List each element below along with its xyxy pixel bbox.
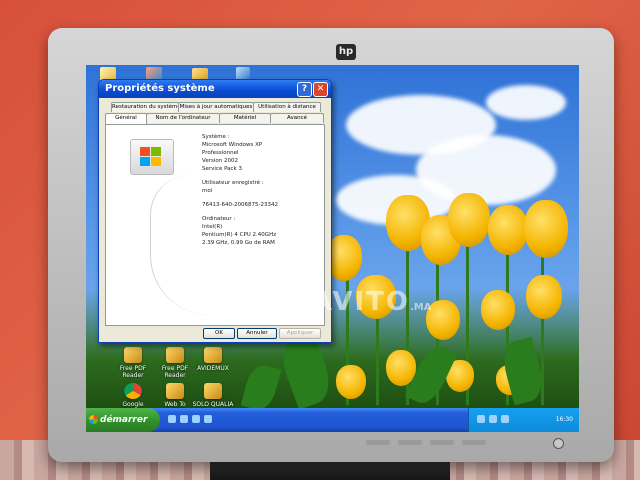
watermark-suffix: .MA — [410, 302, 432, 313]
tray-volume-icon[interactable] — [489, 415, 497, 423]
help-button[interactable]: ? — [297, 82, 312, 97]
quicklaunch-desktop-icon[interactable] — [180, 415, 188, 423]
desktop-icon-pdf-reader-2[interactable]: Free PDF Reader — [154, 347, 196, 379]
tab-remote[interactable]: Utilisation à distance — [253, 102, 321, 112]
tab-row-bottom: Général Nom de l'ordinateur Matériel Ava… — [105, 113, 325, 124]
power-button-icon[interactable] — [553, 438, 564, 449]
os-edition: Professionnel — [202, 150, 239, 156]
desktop-screen: Free PDF Reader Free PDF Reader AVIDEMUX… — [86, 65, 579, 432]
monitor-minus-button[interactable] — [398, 440, 422, 445]
tab-advanced[interactable]: Avancé — [270, 113, 324, 123]
windows-logo-icon — [130, 139, 174, 175]
chrome-icon — [124, 383, 142, 399]
dialog-title: Propriétés système — [105, 83, 215, 94]
tab-row-top: Restauration du système Mises à jour aut… — [105, 102, 325, 112]
avito-watermark: AVITO.MA — [312, 287, 432, 317]
monitor-auto-button[interactable] — [462, 440, 486, 445]
start-label: démarrer — [100, 415, 148, 425]
tray-security-icon[interactable] — [501, 415, 509, 423]
system-tray: 16:30 — [468, 408, 579, 432]
os-version: Version 2002 — [202, 158, 238, 164]
monitor-menu-button[interactable] — [366, 440, 390, 445]
tab-hardware[interactable]: Matériel — [219, 113, 271, 123]
watermark-text: AVITO — [312, 287, 410, 317]
pdf-icon — [124, 347, 142, 363]
desktop-icon-solo-qualia[interactable]: SOLO QUALIA — [192, 383, 234, 408]
monitor-bezel: hp Free PDF Reader Free PDF Reader AVIDE… — [48, 28, 614, 462]
hp-logo: hp — [336, 44, 356, 60]
windows-flag-icon — [89, 415, 98, 424]
tray-clock: 16:30 — [555, 416, 573, 423]
computer-label: Ordinateur : — [202, 216, 236, 222]
general-panel: Système : Microsoft Windows XP Professio… — [105, 124, 325, 326]
taskbar: démarrer 16:30 — [86, 408, 579, 432]
pdf-icon — [166, 347, 184, 363]
registered-label: Utilisateur enregistré : — [202, 180, 264, 186]
video-icon — [204, 347, 222, 363]
registered-user: moi — [202, 188, 213, 194]
system-properties-dialog: Propriétés système ? ✕ Restauration du s… — [98, 79, 332, 343]
cpu-vendor: Intel(R) — [202, 224, 223, 230]
tab-computer-name[interactable]: Nom de l'ordinateur — [146, 113, 220, 123]
tab-system-restore[interactable]: Restauration du système — [111, 102, 179, 112]
monitor-plus-button[interactable] — [430, 440, 454, 445]
desktop-icon-pdf-reader[interactable]: Free PDF Reader — [112, 347, 154, 379]
document-icon — [166, 383, 184, 399]
app-icon — [204, 383, 222, 399]
tab-general[interactable]: Général — [105, 113, 147, 124]
apply-button[interactable]: Appliquer — [279, 328, 321, 339]
dialog-titlebar[interactable]: Propriétés système ? ✕ — [99, 80, 331, 98]
os-name: Microsoft Windows XP — [202, 142, 263, 148]
ok-button[interactable]: OK — [203, 328, 235, 339]
tab-automatic-updates[interactable]: Mises à jour automatiques — [178, 102, 254, 112]
quicklaunch-ie-icon[interactable] — [168, 415, 176, 423]
system-info: Système : Microsoft Windows XP Professio… — [202, 133, 318, 247]
quicklaunch-media-icon[interactable] — [192, 415, 200, 423]
cpu-model: Pentium(R) 4 CPU 2.40GHz — [202, 232, 277, 238]
service-pack: Service Pack 3 — [202, 166, 242, 172]
product-id: 76413-640-2006875-23342 — [202, 202, 278, 208]
start-button[interactable]: démarrer — [86, 408, 160, 432]
cancel-button[interactable]: Annuler — [237, 328, 277, 339]
cpu-ram: 2.39 GHz, 0.99 Go de RAM — [202, 240, 275, 246]
quicklaunch-app-icon[interactable] — [204, 415, 212, 423]
tray-network-icon[interactable] — [477, 415, 485, 423]
close-button[interactable]: ✕ — [313, 82, 328, 97]
system-label: Système : — [202, 134, 230, 140]
desktop-icon-avidemux[interactable]: AVIDEMUX — [192, 347, 234, 372]
